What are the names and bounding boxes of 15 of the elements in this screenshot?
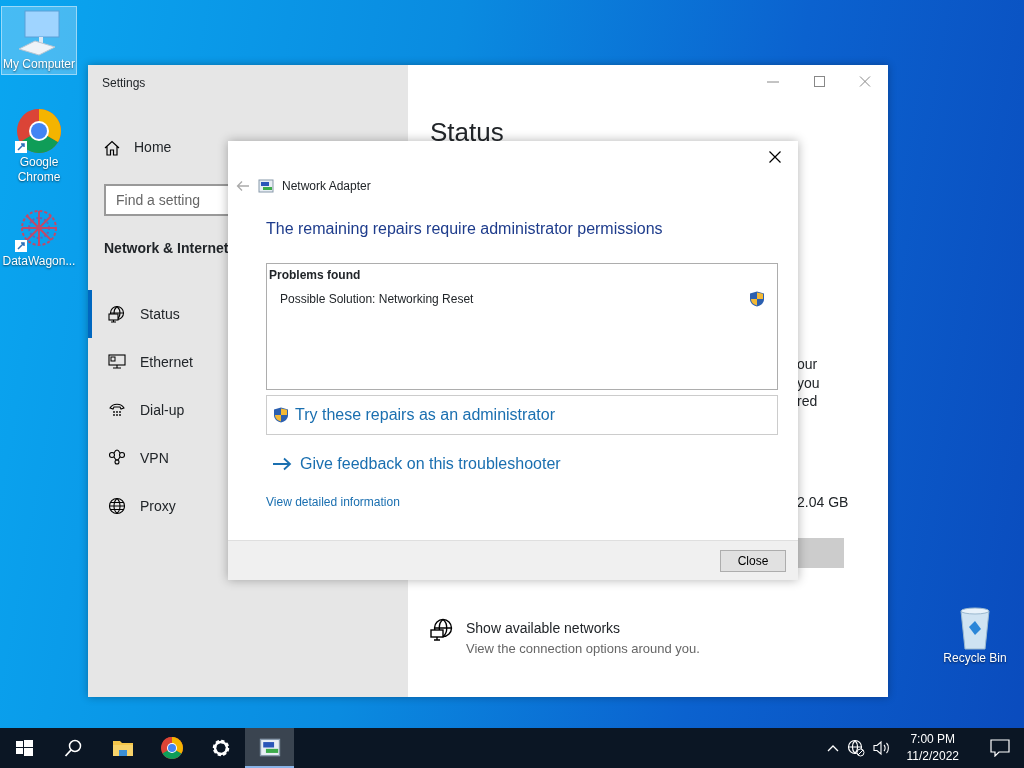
text-fragment: our xyxy=(797,355,819,374)
text-fragment: red xyxy=(797,392,819,411)
icon-label: DataWagon... xyxy=(2,254,76,269)
list-heading: Problems found xyxy=(269,267,362,284)
link-description: View the connection options around you. xyxy=(466,639,700,658)
icon-label: Google Chrome xyxy=(16,155,62,185)
text-fragment: you xyxy=(797,373,821,392)
icon-label: Recycle Bin xyxy=(943,651,1007,666)
dialog-title: Network Adapter xyxy=(282,178,371,195)
window-title: Settings xyxy=(101,75,147,92)
dialog-heading: The remaining repairs require administrator permissions xyxy=(266,219,664,239)
icon-label: My Computer xyxy=(3,57,75,72)
page-heading: Status xyxy=(429,116,505,149)
storage-text: 2.04 GB xyxy=(797,493,849,510)
section-title: Network & Internet xyxy=(104,239,229,258)
